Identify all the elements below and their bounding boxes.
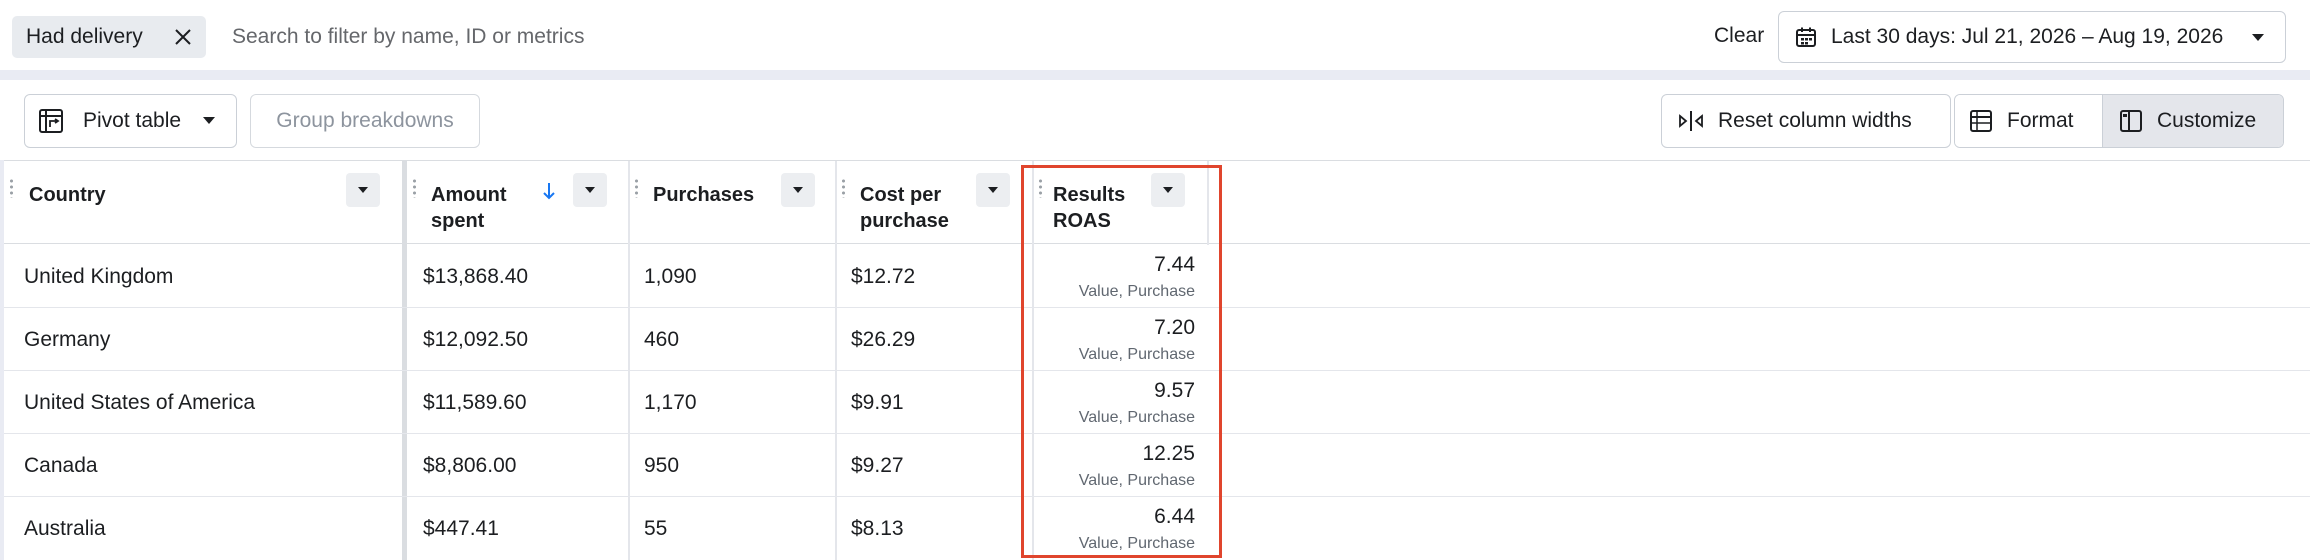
- table-row[interactable]: Germany $12,092.50 460 $26.29 7.20 Value…: [4, 308, 2310, 371]
- drag-handle-icon[interactable]: [841, 178, 847, 198]
- drag-handle-icon[interactable]: [412, 178, 418, 198]
- column-header-label: Cost per: [860, 184, 942, 206]
- column-header-purchases[interactable]: Purchases: [629, 161, 835, 244]
- format-icon: [1969, 109, 1993, 133]
- table-toolbar: Pivot table Group breakdowns Reset colum…: [0, 80, 2310, 160]
- group-breakdowns-label: Group breakdowns: [276, 109, 454, 132]
- roas-value: 6.44: [1154, 505, 1195, 528]
- roas-subtitle: Value, Purchase: [1078, 409, 1195, 426]
- cell-amount-spent: $11,589.60: [423, 390, 527, 414]
- drag-handle-icon[interactable]: [634, 178, 640, 198]
- date-range-label: Last 30 days: Jul 21, 2026 – Aug 19, 202…: [1831, 25, 2224, 48]
- column-header-label: Amount: [431, 184, 507, 206]
- cell-amount-spent: $8,806.00: [423, 453, 517, 477]
- column-header-label: purchase: [860, 210, 949, 232]
- cell-amount-spent: $13,868.40: [423, 264, 529, 288]
- sort-descending-icon[interactable]: [541, 181, 557, 207]
- chevron-down-icon: [2249, 28, 2267, 52]
- reset-column-widths-button[interactable]: Reset column widths: [1661, 94, 1951, 148]
- table-row[interactable]: Canada $8,806.00 950 $9.27 12.25 Value, …: [4, 434, 2310, 497]
- column-header-label: ROAS: [1053, 210, 1111, 232]
- roas-subtitle: Value, Purchase: [1078, 535, 1195, 552]
- customize-button[interactable]: Customize: [2103, 95, 2283, 147]
- drag-handle-icon[interactable]: [1038, 178, 1044, 198]
- date-range-picker[interactable]: Last 30 days: Jul 21, 2026 – Aug 19, 202…: [1778, 11, 2286, 63]
- roas-value: 12.25: [1142, 442, 1195, 465]
- filter-bar: Had delivery Clear Last 30 days: Jul 21,…: [0, 0, 2310, 70]
- cell-cost-per-purchase: $9.91: [851, 390, 904, 414]
- column-header-label: spent: [431, 210, 485, 232]
- cell-purchases: 950: [644, 453, 680, 477]
- cell-country: Australia: [24, 516, 106, 540]
- cell-country: Germany: [24, 327, 111, 351]
- cell-purchases: 55: [644, 516, 668, 540]
- columns-icon: [2119, 109, 2143, 133]
- close-icon[interactable]: [170, 24, 196, 50]
- cell-country: United States of America: [24, 390, 256, 414]
- chevron-down-icon[interactable]: [346, 173, 380, 207]
- group-breakdowns-button[interactable]: Group breakdowns: [250, 94, 480, 148]
- pivot-table-button[interactable]: Pivot table: [24, 94, 237, 148]
- cell-cost-per-purchase: $9.27: [851, 453, 904, 477]
- cell-purchases: 1,090: [644, 264, 697, 288]
- cell-purchases: 460: [644, 327, 680, 351]
- pivot-table-icon: [37, 107, 65, 135]
- cell-cost-per-purchase: $26.29: [851, 327, 916, 351]
- cell-results-roas: 7.44 Value, Purchase: [1033, 245, 1201, 308]
- cell-cost-per-purchase: $12.72: [851, 264, 916, 288]
- roas-subtitle: Value, Purchase: [1078, 472, 1195, 489]
- column-header-empty: [1208, 161, 2310, 244]
- clear-button[interactable]: Clear: [1714, 24, 1764, 48]
- chevron-down-icon[interactable]: [781, 173, 815, 207]
- results-table: Country Amount spent Purchases Cost per …: [4, 160, 2310, 560]
- chevron-down-icon: [200, 111, 218, 135]
- roas-subtitle: Value, Purchase: [1078, 283, 1195, 300]
- pivot-table-label: Pivot table: [83, 109, 182, 132]
- filter-chip-label: Had delivery: [26, 25, 143, 48]
- roas-value: 7.44: [1154, 253, 1195, 276]
- calendar-icon: [1795, 26, 1817, 48]
- column-divider[interactable]: [1207, 161, 1209, 245]
- customize-label: Customize: [2157, 109, 2257, 132]
- cell-cost-per-purchase: $8.13: [851, 516, 904, 540]
- filter-chip-had-delivery[interactable]: Had delivery: [12, 16, 206, 58]
- table-row[interactable]: United States of America $11,589.60 1,17…: [4, 371, 2310, 434]
- chevron-down-icon[interactable]: [976, 173, 1010, 207]
- format-label: Format: [2007, 109, 2074, 132]
- roas-value: 7.20: [1154, 316, 1195, 339]
- reset-column-widths-label: Reset column widths: [1718, 109, 1912, 132]
- search-input[interactable]: [232, 17, 1632, 57]
- cell-amount-spent: $12,092.50: [423, 327, 529, 351]
- cell-results-roas: 12.25 Value, Purchase: [1033, 434, 1201, 497]
- chevron-down-icon[interactable]: [573, 173, 607, 207]
- column-header-label: Country: [29, 184, 106, 206]
- drag-handle-icon[interactable]: [9, 178, 15, 198]
- cell-results-roas: 7.20 Value, Purchase: [1033, 308, 1201, 371]
- column-header-cost-per-purchase[interactable]: Cost per purchase: [836, 161, 1032, 244]
- column-header-label: Purchases: [653, 184, 755, 206]
- cell-results-roas: 6.44 Value, Purchase: [1033, 497, 1201, 560]
- cell-amount-spent: $447.41: [423, 516, 499, 540]
- column-header-label: Results: [1053, 184, 1126, 206]
- chevron-down-icon[interactable]: [1151, 173, 1185, 207]
- roas-value: 9.57: [1154, 379, 1195, 402]
- column-header-amount-spent[interactable]: Amount spent: [407, 161, 628, 244]
- cell-country: United Kingdom: [24, 264, 174, 288]
- roas-subtitle: Value, Purchase: [1078, 346, 1195, 363]
- view-mode-toggle: Format Customize: [1954, 94, 2284, 148]
- cell-purchases: 1,170: [644, 390, 697, 414]
- column-resize-icon: [1678, 109, 1704, 133]
- column-header-country[interactable]: Country: [4, 161, 402, 244]
- table-row[interactable]: United Kingdom $13,868.40 1,090 $12.72 7…: [4, 245, 2310, 308]
- column-header-results-roas[interactable]: Results ROAS: [1033, 161, 1207, 244]
- format-button[interactable]: Format: [1955, 95, 2103, 147]
- table-row[interactable]: Australia $447.41 55 $8.13 6.44 Value, P…: [4, 497, 2310, 560]
- cell-country: Canada: [24, 453, 98, 477]
- cell-results-roas: 9.57 Value, Purchase: [1033, 371, 1201, 434]
